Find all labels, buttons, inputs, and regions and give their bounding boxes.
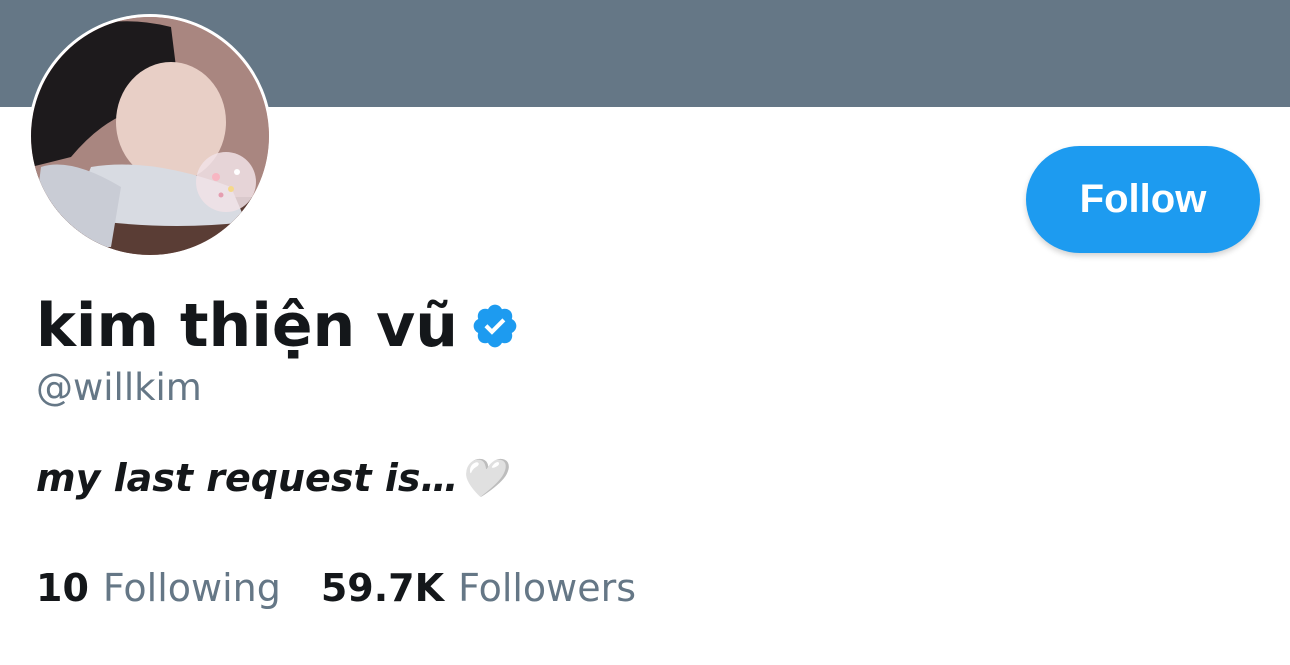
following-stat[interactable]: 10 Following <box>36 566 281 610</box>
display-name: kim thiện vũ <box>36 291 458 361</box>
followers-label: Followers <box>458 566 637 610</box>
profile-stats: 10 Following 59.7K Followers <box>36 566 636 610</box>
profile-bio: my last request is…🤍 <box>36 456 506 500</box>
following-label: Following <box>102 566 281 610</box>
user-handle: @willkim <box>36 366 202 409</box>
avatar-photo <box>31 17 269 255</box>
avatar[interactable] <box>28 14 272 258</box>
followers-stat[interactable]: 59.7K Followers <box>321 566 636 610</box>
display-name-row: kim thiện vũ <box>36 286 520 366</box>
followers-count: 59.7K <box>320 566 445 610</box>
verified-badge-icon[interactable] <box>470 301 520 351</box>
follow-button[interactable]: Follow <box>1026 146 1260 253</box>
following-count: 10 <box>36 566 89 610</box>
